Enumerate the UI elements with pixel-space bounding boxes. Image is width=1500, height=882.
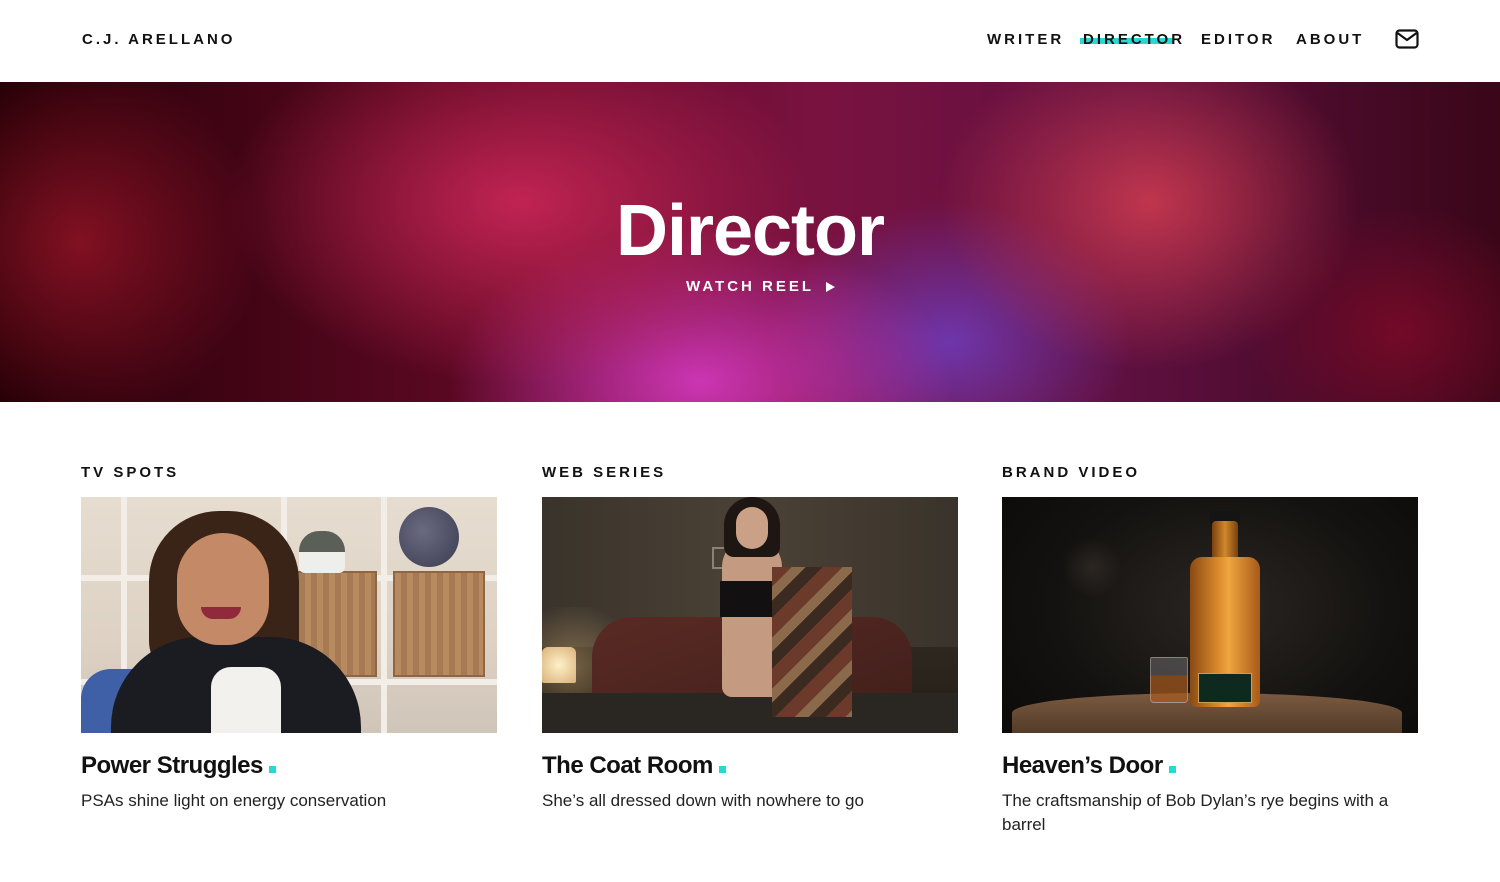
whiskey-glass [1150, 657, 1188, 703]
card-description: She’s all dressed down with nowhere to g… [542, 791, 864, 810]
globe [399, 507, 459, 567]
person-face [177, 533, 269, 645]
bed [542, 693, 958, 733]
basket [393, 571, 485, 677]
nav-item-director[interactable]: DIRECTOR [1083, 31, 1185, 48]
person-face [736, 507, 768, 549]
mail-icon[interactable] [1395, 29, 1419, 49]
watch-reel-label: WATCH REEL [686, 278, 815, 295]
hero-banner: Director WATCH REEL [0, 82, 1500, 402]
card-title[interactable]: Heaven’s Door [1002, 752, 1176, 780]
project-thumbnail[interactable] [1002, 497, 1418, 733]
bottle-label [1198, 673, 1252, 703]
blanket [772, 567, 852, 717]
card-category: WEB SERIES [542, 464, 667, 481]
card-title-text: Power Struggles [81, 752, 263, 779]
project-card-the-coat-room: WEB SERIES The Coat Room She’s all dress… [542, 464, 958, 810]
card-title-text: Heaven’s Door [1002, 752, 1163, 779]
nav-item-writer[interactable]: WRITER [987, 31, 1064, 48]
vase [299, 531, 345, 573]
nav-item-about[interactable]: ABOUT [1296, 31, 1364, 48]
nav-item-editor[interactable]: EDITOR [1201, 31, 1275, 48]
accent-dot [718, 766, 726, 773]
page-title: Director [615, 191, 885, 271]
card-title[interactable]: Power Struggles [81, 752, 276, 780]
card-title[interactable]: The Coat Room [542, 752, 726, 780]
card-description: PSAs shine light on energy conservation [81, 791, 387, 810]
project-thumbnail[interactable] [81, 497, 497, 733]
shelf-divider [381, 497, 387, 733]
project-thumbnail[interactable] [542, 497, 958, 733]
project-card-power-struggles: TV SPOTS Power Struggles PSAs shine ligh… [81, 464, 497, 810]
accent-dot [268, 766, 276, 773]
project-card-heavens-door: BRAND VIDEO Heaven’s Door The craftsmans… [1002, 464, 1418, 834]
card-category: BRAND VIDEO [1002, 464, 1141, 481]
bottle-neck [1212, 521, 1238, 561]
card-description: The craftsmanship of Bob Dylan’s rye beg… [1002, 791, 1389, 834]
accent-dot [1168, 766, 1176, 773]
person-shirt [211, 667, 281, 733]
watch-reel-button[interactable]: WATCH REEL [686, 278, 836, 295]
lamp [542, 647, 576, 683]
card-category: TV SPOTS [81, 464, 180, 481]
bokeh-light [1062, 537, 1122, 597]
main-nav: WRITER DIRECTOR EDITOR ABOUT [0, 31, 1500, 51]
card-title-text: The Coat Room [542, 752, 713, 779]
person-smile [201, 607, 241, 619]
play-icon [826, 281, 836, 292]
site-header: C.J. ARELLANO WRITER DIRECTOR EDITOR ABO… [0, 0, 1500, 82]
